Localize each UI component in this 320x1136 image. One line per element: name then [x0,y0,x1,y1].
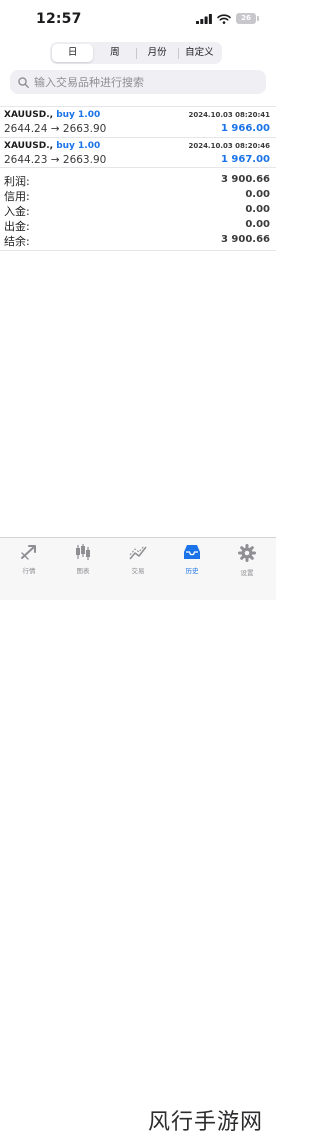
summary-row-withdrawal: 出金: 0.00 [0,217,276,233]
trade-time: 2024.10.03 08:20:46 [188,142,270,150]
tabbar-label: 设置 [240,569,254,577]
tab-custom[interactable]: 自定义 [179,44,220,62]
tabbar-label: 图表 [76,567,90,575]
trade-list: XAUUSD., buy 1.00 2024.10.03 08:20:41 26… [0,106,276,168]
trade-prices: 2644.23 → 2663.90 [4,154,107,166]
gear-icon [238,544,256,562]
trade-prices: 2644.24 → 2663.90 [4,123,107,135]
wifi-icon [217,13,231,24]
trade-side: buy 1.00 [56,141,101,151]
summary-row-balance: 结余: 3 900.66 [0,232,276,248]
bottom-tab-bar: 行情 图表 交易 历史 设置 风行手游网 [0,537,276,1135]
summary-value: 3 900.66 [220,234,270,245]
status-time: 12:57 [36,11,82,27]
tab-day[interactable]: 日 [52,44,94,62]
tab-week[interactable]: 周 [94,44,135,62]
battery-icon: 26 [236,13,259,24]
summary-value: 0.00 [245,204,270,215]
tabbar-item-quotes[interactable]: 行情 [9,544,49,575]
tabbar-item-history[interactable]: 历史 [172,544,212,575]
tab-month[interactable]: 月份 [137,44,178,62]
watermark-text: 风行手游网 [148,1110,264,1135]
tabbar-label: 行情 [22,567,36,575]
cellular-signal-icon [196,13,212,24]
summary-row-profit: 利润: 3 900.66 [0,172,276,188]
trade-symbol-line: XAUUSD., buy 1.00 [4,110,100,120]
trade-symbol: XAUUSD., [4,141,54,151]
trade-profit: 1 966.00 [220,123,270,134]
tabbar-label: 历史 [185,567,199,575]
trade-profit: 1 967.00 [220,154,270,165]
chart-icon [76,544,90,560]
tabbar-item-chart[interactable]: 图表 [63,544,103,575]
summary-value: 0.00 [245,189,270,200]
summary-divider [0,250,276,251]
account-summary: 利润: 3 900.66 信用: 0.00 入金: 0.00 出金: 0.00 … [0,172,276,248]
trade-symbol: XAUUSD., [4,110,54,120]
trade-icon [129,545,147,560]
history-icon [184,545,200,559]
trade-side: buy 1.00 [56,110,101,120]
quotes-icon [21,545,36,560]
period-segmented-control: 日 周 月份 自定义 [50,42,222,64]
summary-value: 0.00 [245,219,270,230]
trade-time: 2024.10.03 08:20:41 [188,111,270,119]
trade-row[interactable]: XAUUSD., buy 1.00 2024.10.03 08:20:46 26… [0,137,276,168]
search-icon [18,76,29,88]
battery-level: 26 [241,14,251,22]
summary-value: 3 900.66 [220,174,270,185]
summary-row-deposit: 入金: 0.00 [0,202,276,218]
status-bar: 12:57 26 [0,0,276,40]
status-icons: 26 [196,13,259,24]
search-input[interactable] [34,75,254,89]
summary-label: 结余: [4,235,30,248]
tabbar-label: 交易 [131,567,145,575]
trade-row[interactable]: XAUUSD., buy 1.00 2024.10.03 08:20:41 26… [0,106,276,137]
summary-row-credit: 信用: 0.00 [0,187,276,203]
trade-symbol-line: XAUUSD., buy 1.00 [4,141,100,151]
tabbar-item-settings[interactable]: 设置 [227,544,267,577]
search-bar[interactable] [10,70,266,94]
tabbar-item-trade[interactable]: 交易 [118,544,158,575]
